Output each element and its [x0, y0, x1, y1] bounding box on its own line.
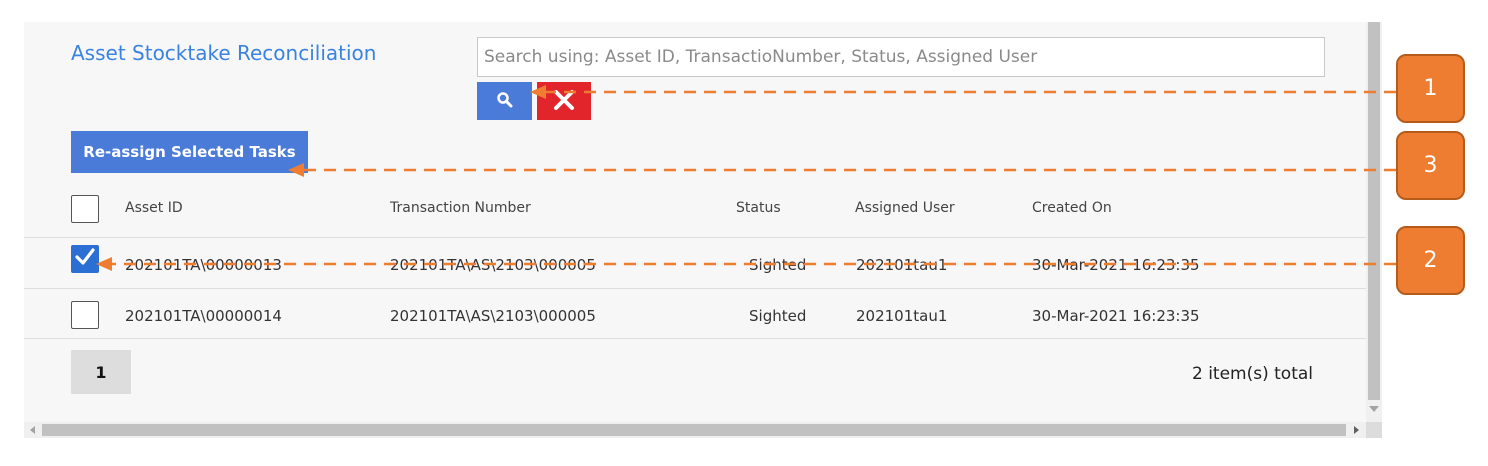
annotation-arrowhead-3	[288, 163, 304, 177]
annotation-arrows	[96, 85, 1396, 271]
callout-badge-2: 2	[1396, 226, 1465, 295]
annotation-arrowhead-2	[96, 257, 112, 271]
annotation-arrowhead-1	[530, 85, 546, 99]
callout-badge-1: 1	[1396, 54, 1465, 123]
callout-badge-3: 3	[1396, 131, 1465, 200]
